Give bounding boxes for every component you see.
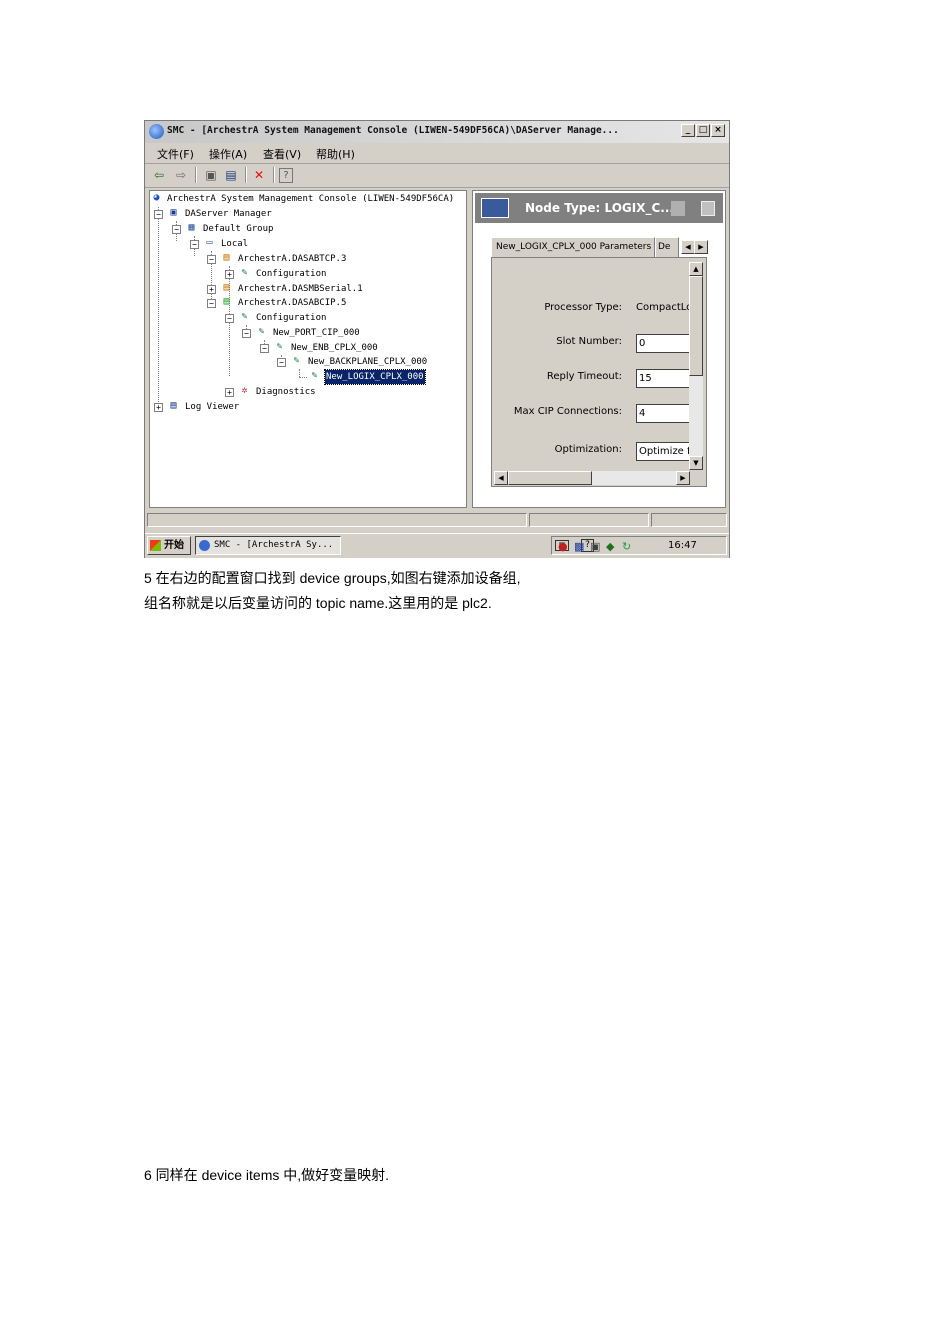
- scrollbar-thumb[interactable]: [689, 276, 703, 376]
- node-type-title: Node Type: LOGIX_C...: [525, 201, 674, 215]
- taskbar: 开始 SMC - [ArchestrA Sy... ▦ ? ● ▩ ▣ ◆ ↻ …: [145, 533, 729, 558]
- processor-type-value: CompactLog: [636, 302, 690, 313]
- scroll-left-icon[interactable]: ◀: [494, 471, 508, 485]
- tree-collapse-toggle[interactable]: −: [260, 344, 269, 353]
- up-folder-icon[interactable]: ▣: [203, 167, 219, 183]
- processor-type-label: Processor Type:: [544, 302, 622, 313]
- slot-number-input[interactable]: 0: [636, 334, 690, 353]
- logix-icon: ✎: [311, 370, 318, 381]
- toolbar-separator: [245, 167, 247, 183]
- selected-node-label: New_LOGIX_CPLX_000: [324, 369, 426, 385]
- taskbar-smc-button[interactable]: SMC - [ArchestrA Sy...: [195, 536, 341, 555]
- backplane-icon: ✎: [293, 355, 300, 366]
- show-hide-tree-icon[interactable]: ▤: [223, 167, 239, 183]
- forward-arrow-icon[interactable]: ⇨: [173, 167, 189, 183]
- console-tree[interactable]: ◕ ArchestrA System Management Console (L…: [149, 190, 467, 508]
- slot-number-label: Slot Number:: [556, 336, 622, 347]
- shield-icon[interactable]: ●: [558, 540, 568, 553]
- tree-collapse-toggle[interactable]: −: [154, 210, 163, 219]
- daserver-running-icon: ▤: [223, 296, 230, 307]
- tab-parameters[interactable]: New_LOGIX_CPLX_000 Parameters: [491, 237, 655, 257]
- node-type-header: Node Type: LOGIX_C...: [475, 193, 723, 223]
- log-viewer-icon: ▤: [170, 400, 177, 411]
- smc-globe-icon: ◕: [153, 192, 160, 203]
- tab-device-groups[interactable]: De: [655, 237, 679, 257]
- reply-timeout-label: Reply Timeout:: [546, 371, 622, 382]
- save-icon[interactable]: [701, 201, 715, 216]
- close-button[interactable]: ×: [711, 124, 725, 137]
- node-type-icon: [481, 198, 509, 218]
- server-manager-icon: ▣: [170, 207, 177, 218]
- toolbar: ⇦ ⇨ ▣ ▤ ✕ ?: [145, 163, 729, 188]
- group-icon: ▦: [188, 222, 195, 233]
- computer-icon: ▭: [206, 237, 213, 248]
- menu-action[interactable]: 操作(A): [209, 146, 247, 162]
- windows-logo-icon: [150, 540, 161, 551]
- menu-help[interactable]: 帮助(H): [316, 146, 355, 162]
- start-button[interactable]: 开始: [147, 536, 191, 555]
- scroll-down-icon[interactable]: ▼: [689, 456, 703, 470]
- toolbar-separator: [195, 167, 197, 183]
- system-tray: ● ▩ ▣ ◆ ↻ 16:47: [551, 536, 727, 555]
- scrollbar-thumb[interactable]: [508, 471, 592, 485]
- network-icon[interactable]: ▩: [574, 540, 584, 553]
- scroll-right-icon[interactable]: ▶: [676, 471, 690, 485]
- back-arrow-icon[interactable]: ⇦: [151, 167, 167, 183]
- scroll-up-icon[interactable]: ▲: [689, 262, 703, 276]
- menu-view[interactable]: 查看(V): [263, 146, 301, 162]
- window-title: SMC - [ArchestrA System Management Conso…: [167, 125, 619, 136]
- status-bar: [147, 513, 727, 529]
- daserver-icon: ▤: [223, 252, 230, 263]
- details-pane: Node Type: LOGIX_C... New_LOGIX_CPLX_000…: [472, 190, 726, 508]
- doc-step-6: 6 同样在 device items 中,做好变量映射.: [144, 1167, 390, 1183]
- tree-collapse-toggle[interactable]: −: [242, 329, 251, 338]
- configuration-icon: ✎: [241, 267, 248, 278]
- vertical-scrollbar[interactable]: ▲ ▼: [689, 262, 703, 470]
- port-icon: ✎: [258, 326, 265, 337]
- tree-collapse-toggle[interactable]: −: [277, 358, 286, 367]
- doc-step-5-line-2: 组名称就是以后变量访问的 topic name.这里用的是 plc2.: [144, 595, 492, 611]
- maximize-button[interactable]: □: [696, 124, 710, 137]
- max-cip-connections-input[interactable]: 4: [636, 404, 690, 423]
- tree-collapse-toggle[interactable]: −: [207, 255, 216, 264]
- tab-scroll-right-icon[interactable]: ▶: [694, 240, 708, 254]
- toolbar-separator: [273, 167, 275, 183]
- tree-expand-toggle[interactable]: +: [207, 285, 216, 294]
- configuration-icon: ✎: [241, 311, 248, 322]
- smc-window: SMC - [ArchestrA System Management Conso…: [144, 120, 730, 558]
- smc-app-icon: [199, 540, 210, 551]
- tree-collapse-toggle[interactable]: −: [172, 225, 181, 234]
- doc-step-5-line-1: 5 在右边的配置窗口找到 device groups,如图右键添加设备组,: [144, 570, 521, 586]
- optimization-select[interactable]: Optimize for: [636, 442, 690, 461]
- printer-icon[interactable]: ▣: [590, 540, 600, 553]
- tree-expand-toggle[interactable]: +: [225, 388, 234, 397]
- minimize-button[interactable]: _: [681, 124, 695, 137]
- horizontal-scrollbar[interactable]: ◀ ▶: [494, 471, 690, 485]
- tray-status-icon[interactable]: ↻: [622, 540, 631, 553]
- enb-icon: ✎: [276, 341, 283, 352]
- tree-collapse-toggle[interactable]: −: [190, 240, 199, 249]
- parameters-panel: Processor Type: CompactLog Slot Number: …: [491, 257, 707, 487]
- tray-app-icon[interactable]: ◆: [606, 540, 614, 553]
- tree-collapse-toggle[interactable]: −: [207, 299, 216, 308]
- daserver-icon: ▤: [223, 282, 230, 293]
- optimization-label: Optimization:: [554, 444, 622, 455]
- max-cip-connections-label: Max CIP Connections:: [513, 406, 622, 417]
- tree-expand-toggle[interactable]: +: [154, 403, 163, 412]
- properties-icon[interactable]: ?: [279, 168, 293, 183]
- clock: 16:47: [668, 540, 697, 551]
- reply-timeout-input[interactable]: 15: [636, 369, 690, 388]
- title-bar[interactable]: SMC - [ArchestrA System Management Conso…: [145, 121, 729, 143]
- diagnostics-icon: ✲: [241, 385, 248, 396]
- menu-file[interactable]: 文件(F): [157, 146, 194, 162]
- tab-scroll-left-icon[interactable]: ◀: [681, 240, 695, 254]
- menu-bar: 文件(F) 操作(A) 查看(V) 帮助(H): [145, 143, 729, 164]
- tree-collapse-toggle[interactable]: −: [225, 314, 234, 323]
- tree-expand-toggle[interactable]: +: [225, 270, 234, 279]
- delete-icon[interactable]: ✕: [251, 167, 267, 183]
- lock-icon[interactable]: [671, 201, 685, 216]
- smc-app-icon: [149, 124, 164, 139]
